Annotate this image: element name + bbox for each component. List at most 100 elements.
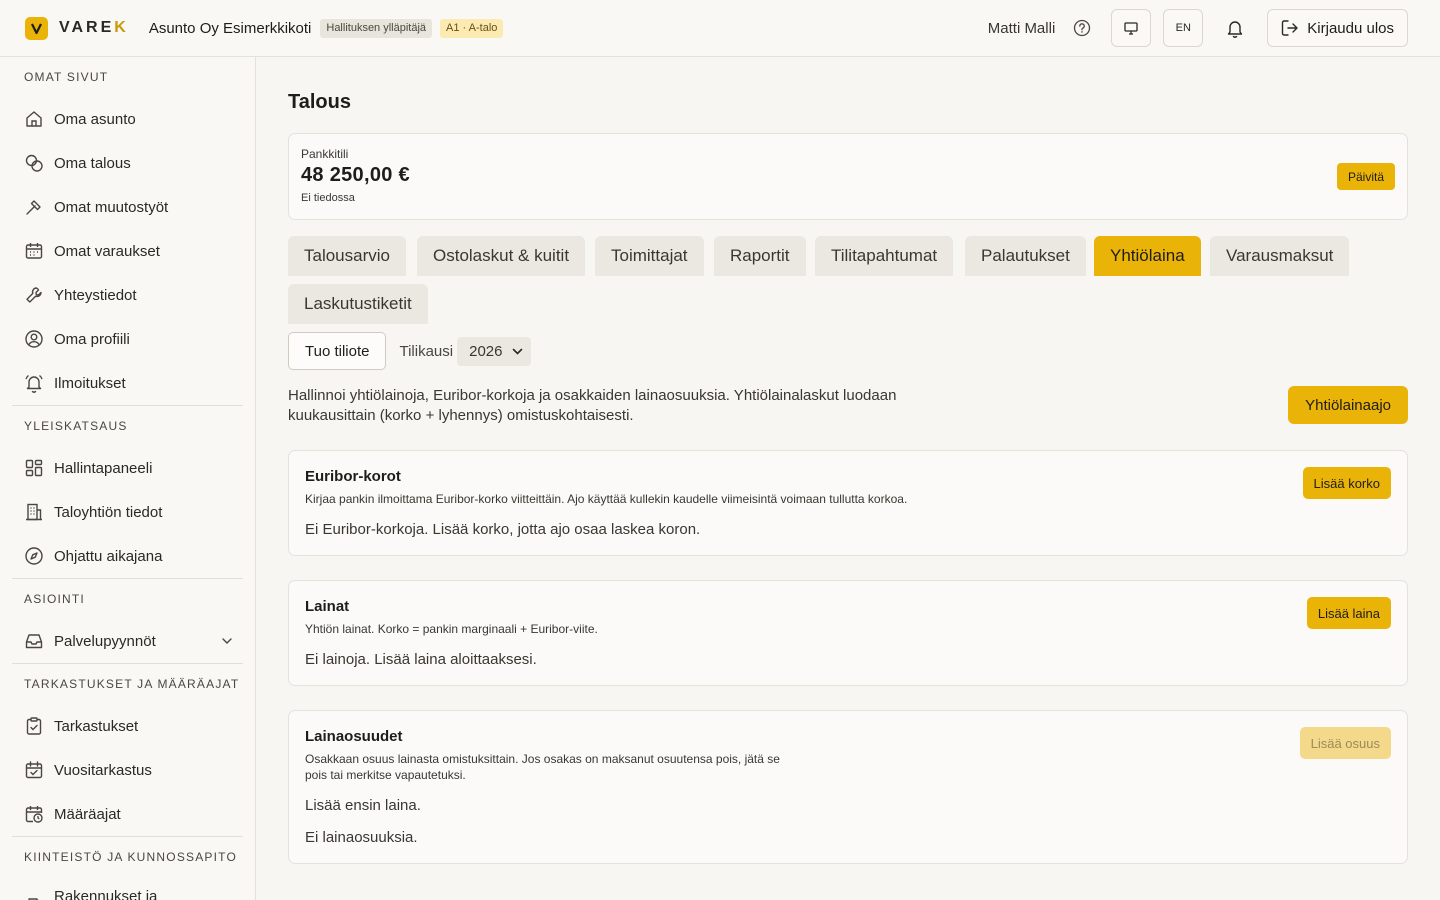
language-button[interactable]: EN xyxy=(1163,9,1204,47)
sidebar-item-omat-varaukset[interactable]: Omat varaukset xyxy=(0,229,255,273)
period-select[interactable]: 2026 xyxy=(457,336,532,366)
import-statement-button[interactable]: Tuo tiliote xyxy=(288,332,387,370)
card-title: Lainaosuudet xyxy=(305,728,403,745)
sidebar-item-ilmoitukset[interactable]: Ilmoitukset xyxy=(0,361,255,405)
home-icon xyxy=(24,109,44,129)
wrench-icon xyxy=(24,285,44,305)
sidebar-item-yhteystiedot[interactable]: Yhteystiedot xyxy=(0,273,255,317)
inbox-icon xyxy=(24,631,44,651)
sidebar-item-label: Taloyhtiön tiedot xyxy=(54,503,163,521)
sidebar-item-oma-asunto[interactable]: Oma asunto xyxy=(0,97,255,141)
logout-icon xyxy=(1282,20,1298,36)
sidebar-item-vuositarkastus[interactable]: Vuositarkastus xyxy=(0,748,255,792)
sidebar-item-hallintapaneeli[interactable]: Hallintapaneeli xyxy=(0,446,255,490)
add-rate-button[interactable]: Lisää korko xyxy=(1302,467,1391,499)
sidebar-item-label: Tarkastukset xyxy=(54,717,139,735)
logo-mark xyxy=(25,16,48,40)
sidebar-item-label: Omat varaukset xyxy=(54,242,160,260)
sidebar-item-maaraajat[interactable]: Määräajat xyxy=(0,792,255,836)
card-description: Osakkaan osuus lainasta omistuksittain. … xyxy=(305,752,780,782)
sidebar-item-oma-profiili[interactable]: Oma profiili xyxy=(0,317,255,361)
monitor-icon xyxy=(1124,21,1138,35)
user-circle-icon xyxy=(24,329,44,349)
page-title: Talous xyxy=(288,91,351,113)
sidebar-section-title: TARKASTUKSET JA MÄÄRÄAJAT xyxy=(24,677,240,691)
sidebar-item-label: Oma profiili xyxy=(54,330,130,348)
toolbar: Tuo tiliote Tilikausi 2026 xyxy=(288,332,532,370)
empty-state: Ei lainaosuuksia. xyxy=(305,829,418,846)
org-name: Asunto Oy Esimerkkikoti xyxy=(148,19,312,37)
sidebar-item-label: Oma asunto xyxy=(54,110,136,128)
sidebar-item-label: Ilmoitukset xyxy=(54,374,126,392)
sidebar-item-label: Hallintapaneeli xyxy=(54,459,153,477)
tab-varausmaksut[interactable]: Varausmaksut xyxy=(1210,236,1350,276)
sidebar-section-title: ASIOINTI xyxy=(24,592,85,606)
empty-state: Ei lainoja. Lisää laina aloittaaksesi. xyxy=(305,651,537,668)
sidebar-item-taloyhtion-tiedot[interactable]: Taloyhtiön tiedot xyxy=(0,490,255,534)
sidebar-item-label: Yhteystiedot xyxy=(54,286,137,304)
tab-ostolaskut[interactable]: Ostolaskut & kuitit xyxy=(417,236,586,276)
sidebar-item-omat-muutostyot[interactable]: Omat muutostyöt xyxy=(0,185,255,229)
unit-badge: A1 · A-talo xyxy=(440,18,504,38)
calendar-icon xyxy=(24,241,44,261)
intro-text: Hallinnoi yhtiölainoja, Euribor-korkoja … xyxy=(288,387,897,424)
logout-button[interactable]: Kirjaudu ulos xyxy=(1267,9,1408,47)
calendar-clock-icon xyxy=(24,804,44,824)
role-badge: Hallituksen ylläpitäjä xyxy=(320,18,433,38)
building-icon xyxy=(24,502,44,522)
loans-card: Lainat Yhtiön lainat. Korko = pankin mar… xyxy=(288,580,1408,686)
sidebar-item-rakennukset-ja-huoneistot[interactable]: Rakennukset ja huoneistot xyxy=(0,877,255,900)
card-title: Lainat xyxy=(305,598,350,615)
tab-talousarvio[interactable]: Talousarvio xyxy=(288,236,406,276)
logo[interactable]: VAREK xyxy=(25,16,129,40)
bank-account-label: Pankkitili xyxy=(301,147,349,161)
empty-state: Lisää ensin laina. xyxy=(305,797,421,814)
sidebar-item-tarkastukset[interactable]: Tarkastukset xyxy=(0,704,255,748)
logout-label: Kirjaudu ulos xyxy=(1307,19,1394,37)
empty-state: Ei Euribor-korkoja. Lisää korko, jotta a… xyxy=(305,521,701,538)
display-mode-button[interactable] xyxy=(1111,9,1152,47)
sidebar-section-title: YLEISKATSAUS xyxy=(24,419,128,433)
tab-yhtiolaina[interactable]: Yhtiölaina xyxy=(1094,236,1201,276)
tab-laskutustiketit[interactable]: Laskutustiketit xyxy=(288,284,428,324)
card-description: Yhtiön lainat. Korko = pankin marginaali… xyxy=(305,622,598,636)
sidebar-section-title: KIINTEISTÖ JA KUNNOSSAPITO xyxy=(24,850,238,864)
run-loan-billing-button[interactable]: Yhtiölainaajo xyxy=(1288,386,1408,424)
bank-balance-note: Ei tiedossa xyxy=(301,192,355,204)
sidebar-item-palvelupyynnot[interactable]: Palvelupyynnöt xyxy=(0,619,255,663)
add-loan-button[interactable]: Lisää laina xyxy=(1306,597,1391,629)
hammer-icon xyxy=(24,197,44,217)
door-icon xyxy=(24,896,44,900)
sidebar-item-label: Vuositarkastus xyxy=(54,761,152,779)
calendar-check-icon xyxy=(24,760,44,780)
notifications-button[interactable] xyxy=(1215,9,1255,47)
refresh-button[interactable]: Päivitä xyxy=(1336,163,1395,190)
chevron-down-icon xyxy=(222,638,232,644)
sidebar-item-label: Määräajat xyxy=(54,805,121,823)
tab-palautukset[interactable]: Palautukset xyxy=(965,236,1086,276)
tab-raportit[interactable]: Raportit xyxy=(714,236,806,276)
sidebar-item-label: Rakennukset ja huoneistot xyxy=(54,888,158,900)
chevron-down-icon xyxy=(512,348,523,355)
sidebar-item-label: Omat muutostyöt xyxy=(54,198,169,216)
tab-toimittajat[interactable]: Toimittajat xyxy=(595,236,704,276)
tab-tilitapahtumat[interactable]: Tilitapahtumat xyxy=(815,236,954,276)
user-name[interactable]: Matti Malli xyxy=(988,20,1056,37)
sidebar-item-label: Palvelupyynnöt xyxy=(54,632,156,650)
sidebar-item-oma-talous[interactable]: Oma talous xyxy=(0,141,255,185)
sidebar-item-label: Ohjattu aikajana xyxy=(54,547,163,565)
loan-shares-card: Lainaosuudet Osakkaan osuus lainasta omi… xyxy=(288,710,1408,864)
bank-account-card: Pankkitili 48 250,00 € Ei tiedossa Päivi… xyxy=(288,133,1408,220)
bell-ring-icon xyxy=(24,373,44,393)
top-bar: VAREK Asunto Oy Esimerkkikoti Hallitukse… xyxy=(0,0,1440,57)
sidebar: OMAT SIVUT Oma asunto Oma talous Omat mu… xyxy=(0,57,256,900)
card-description: Kirjaa pankin ilmoittama Euribor-korko v… xyxy=(305,492,908,506)
logo-text: VAREK xyxy=(59,19,129,36)
add-share-button[interactable]: Lisää osuus xyxy=(1299,727,1391,759)
help-icon[interactable] xyxy=(1073,19,1091,37)
main-content: Talous Pankkitili 48 250,00 € Ei tiedoss… xyxy=(256,57,1440,900)
clipboard-check-icon xyxy=(24,716,44,736)
bank-balance: 48 250,00 € xyxy=(301,164,410,186)
sidebar-section-title: OMAT SIVUT xyxy=(24,70,109,84)
sidebar-item-ohjattu-aikajana[interactable]: Ohjattu aikajana xyxy=(0,534,255,578)
